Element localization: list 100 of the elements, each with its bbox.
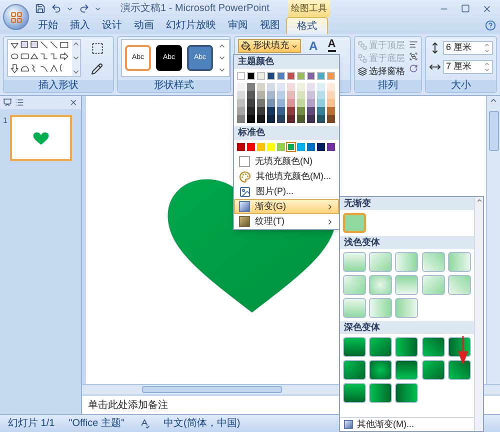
shade-swatch[interactable] bbox=[317, 107, 325, 115]
shade-swatch[interactable] bbox=[327, 107, 335, 115]
shade-swatch[interactable] bbox=[257, 107, 265, 115]
slides-tab-icon[interactable] bbox=[3, 98, 12, 107]
color-swatch[interactable] bbox=[297, 72, 305, 80]
gradient-swatch[interactable] bbox=[422, 252, 445, 272]
gradient-swatch[interactable] bbox=[369, 337, 392, 357]
menu-item[interactable]: 渐变(G) bbox=[234, 199, 339, 214]
shade-swatch[interactable] bbox=[317, 91, 325, 99]
shade-swatch[interactable] bbox=[237, 107, 245, 115]
color-swatch[interactable] bbox=[287, 72, 295, 80]
shade-swatch[interactable] bbox=[247, 83, 255, 91]
menu-item[interactable]: 图片(P)... bbox=[234, 184, 339, 199]
office-button[interactable] bbox=[3, 4, 29, 30]
gradient-swatch[interactable] bbox=[448, 360, 471, 380]
gradient-swatch[interactable] bbox=[343, 213, 366, 233]
gradient-swatch[interactable] bbox=[369, 298, 392, 318]
gradient-swatch[interactable] bbox=[343, 298, 366, 318]
shade-swatch[interactable] bbox=[237, 115, 245, 123]
arrange-button[interactable]: 选择窗格 bbox=[358, 65, 405, 77]
size-field[interactable]: 7 厘米 bbox=[443, 60, 493, 74]
shade-swatch[interactable] bbox=[287, 107, 295, 115]
shade-swatch[interactable] bbox=[297, 99, 305, 107]
gradient-swatch[interactable] bbox=[448, 252, 471, 272]
shade-swatch[interactable] bbox=[297, 83, 305, 91]
shade-swatch[interactable] bbox=[237, 99, 245, 107]
color-swatch[interactable] bbox=[317, 143, 325, 151]
shade-swatch[interactable] bbox=[267, 115, 275, 123]
shade-swatch[interactable] bbox=[247, 91, 255, 99]
shade-swatch[interactable] bbox=[257, 91, 265, 99]
shade-swatch[interactable] bbox=[287, 83, 295, 91]
color-swatch[interactable] bbox=[237, 143, 245, 151]
scroll-down-icon[interactable] bbox=[72, 54, 80, 62]
shade-swatch[interactable] bbox=[267, 91, 275, 99]
color-swatch[interactable] bbox=[307, 143, 315, 151]
scroll-up-icon[interactable] bbox=[489, 96, 498, 105]
maximize-icon[interactable] bbox=[461, 4, 470, 13]
shade-swatch[interactable] bbox=[277, 115, 285, 123]
shade-swatch[interactable] bbox=[317, 115, 325, 123]
spin-down-icon[interactable] bbox=[484, 67, 490, 73]
gradient-swatch[interactable] bbox=[395, 360, 418, 380]
color-swatch[interactable] bbox=[247, 143, 255, 151]
scroll-up-icon[interactable] bbox=[72, 40, 80, 48]
menu-item[interactable]: 无填充颜色(N) bbox=[234, 154, 339, 169]
color-swatch[interactable] bbox=[257, 143, 265, 151]
color-swatch[interactable] bbox=[297, 143, 305, 151]
gradient-swatch[interactable] bbox=[369, 252, 392, 272]
shade-swatch[interactable] bbox=[327, 91, 335, 99]
shade-swatch[interactable] bbox=[277, 107, 285, 115]
shade-swatch[interactable] bbox=[307, 83, 315, 91]
shade-swatch[interactable] bbox=[297, 115, 305, 123]
shade-swatch[interactable] bbox=[317, 83, 325, 91]
undo-icon[interactable] bbox=[50, 3, 62, 14]
scroll-up-icon[interactable] bbox=[476, 197, 482, 204]
shade-swatch[interactable] bbox=[287, 91, 295, 99]
more-icon[interactable] bbox=[218, 66, 226, 74]
scroll-thumb[interactable] bbox=[142, 386, 282, 393]
size-field[interactable]: 6 厘米 bbox=[443, 41, 493, 55]
shade-swatch[interactable] bbox=[257, 83, 265, 91]
more-icon[interactable] bbox=[72, 68, 80, 76]
ribbon-tab[interactable]: 开始 bbox=[32, 17, 64, 34]
color-swatch[interactable] bbox=[267, 143, 275, 151]
edit-shape-icon[interactable] bbox=[91, 42, 104, 55]
gradient-swatch[interactable] bbox=[448, 275, 471, 295]
shape-gallery[interactable] bbox=[7, 39, 81, 77]
shade-swatch[interactable] bbox=[247, 107, 255, 115]
shade-swatch[interactable] bbox=[237, 83, 245, 91]
gradient-swatch[interactable] bbox=[395, 337, 418, 357]
shade-swatch[interactable] bbox=[257, 115, 265, 123]
shade-swatch[interactable] bbox=[307, 107, 315, 115]
gradient-swatch[interactable] bbox=[422, 275, 445, 295]
shade-swatch[interactable] bbox=[267, 83, 275, 91]
gradient-swatch[interactable] bbox=[343, 360, 366, 380]
gradient-swatch[interactable] bbox=[343, 275, 366, 295]
wordart-letter[interactable]: A bbox=[309, 40, 318, 52]
menu-scrollbar[interactable] bbox=[474, 197, 483, 431]
help-icon[interactable] bbox=[485, 20, 496, 31]
ribbon-tab[interactable]: 动画 bbox=[128, 17, 160, 34]
rotate-icon[interactable] bbox=[409, 64, 418, 73]
redo-icon[interactable] bbox=[78, 3, 90, 14]
shade-swatch[interactable] bbox=[297, 107, 305, 115]
gradient-swatch[interactable] bbox=[369, 275, 392, 295]
menu-item[interactable]: 其他填充颜色(M)... bbox=[234, 169, 339, 184]
gradient-swatch[interactable] bbox=[395, 383, 418, 403]
spin-up-icon[interactable] bbox=[484, 61, 490, 67]
shade-swatch[interactable] bbox=[267, 107, 275, 115]
more-gradients-item[interactable]: 其他渐变(M)... bbox=[340, 417, 474, 431]
group-icon[interactable] bbox=[409, 52, 418, 61]
ribbon-tab[interactable]: 幻灯片放映 bbox=[160, 17, 222, 34]
scroll-up-icon[interactable] bbox=[218, 42, 226, 50]
align-icon[interactable] bbox=[409, 40, 418, 49]
gradient-swatch[interactable] bbox=[343, 383, 366, 403]
close-pane-icon[interactable] bbox=[69, 98, 78, 107]
shade-swatch[interactable] bbox=[317, 99, 325, 107]
shade-swatch[interactable] bbox=[257, 99, 265, 107]
shade-swatch[interactable] bbox=[307, 115, 315, 123]
gradient-swatch[interactable] bbox=[422, 337, 445, 357]
shade-swatch[interactable] bbox=[277, 83, 285, 91]
shade-swatch[interactable] bbox=[327, 115, 335, 123]
shade-swatch[interactable] bbox=[297, 91, 305, 99]
